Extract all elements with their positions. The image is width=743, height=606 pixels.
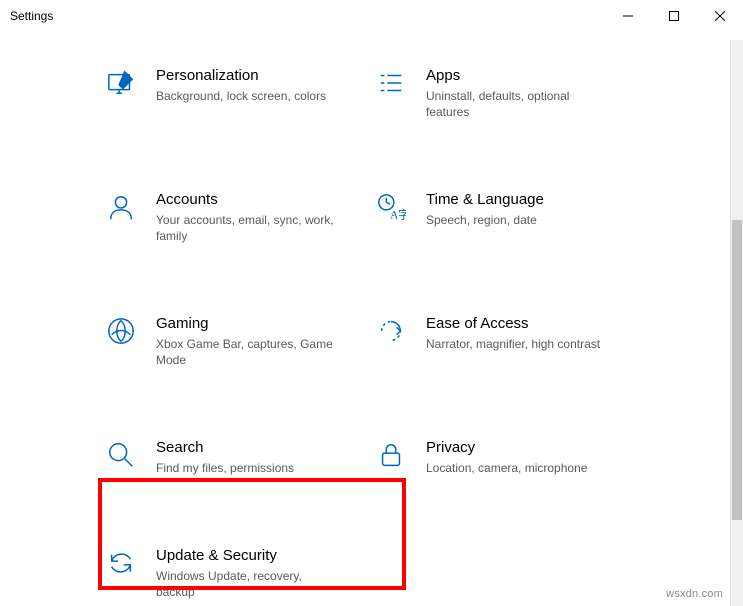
tile-accounts[interactable]: Accounts Your accounts, email, sync, wor… <box>100 184 370 250</box>
time-language-icon: A字 <box>374 190 408 224</box>
close-button[interactable] <box>697 0 743 32</box>
watermark: wsxdn.com <box>666 588 723 600</box>
ease-of-access-icon <box>374 314 408 348</box>
tile-title: Apps <box>426 66 606 86</box>
tile-title: Update & Security <box>156 546 336 566</box>
settings-categories: Personalization Background, lock screen,… <box>100 60 703 606</box>
window-title: Settings <box>10 9 53 23</box>
tile-title: Privacy <box>426 438 587 458</box>
update-security-icon <box>104 546 138 580</box>
tile-privacy[interactable]: Privacy Location, camera, microphone <box>370 432 640 482</box>
tile-title: Accounts <box>156 190 336 210</box>
tile-ease-of-access[interactable]: Ease of Access Narrator, magnifier, high… <box>370 308 640 374</box>
tile-title: Ease of Access <box>426 314 600 334</box>
minimize-button[interactable] <box>605 0 651 32</box>
accounts-icon <box>104 190 138 224</box>
tile-desc: Background, lock screen, colors <box>156 88 326 104</box>
personalization-icon <box>104 66 138 100</box>
vertical-scrollbar[interactable] <box>730 40 743 606</box>
apps-icon <box>374 66 408 100</box>
gaming-icon <box>104 314 138 348</box>
tile-time-language[interactable]: A字 Time & Language Speech, region, date <box>370 184 640 250</box>
search-icon <box>104 438 138 472</box>
tile-desc: Your accounts, email, sync, work, family <box>156 212 336 244</box>
maximize-button[interactable] <box>651 0 697 32</box>
svg-text:A字: A字 <box>390 207 406 221</box>
tile-desc: Narrator, magnifier, high contrast <box>426 336 600 352</box>
privacy-icon <box>374 438 408 472</box>
tile-title: Time & Language <box>426 190 544 210</box>
tile-personalization[interactable]: Personalization Background, lock screen,… <box>100 60 370 126</box>
tile-search[interactable]: Search Find my files, permissions <box>100 432 370 482</box>
tile-update-security[interactable]: Update & Security Windows Update, recove… <box>100 540 370 606</box>
tile-desc: Find my files, permissions <box>156 460 294 476</box>
tile-desc: Windows Update, recovery, backup <box>156 568 336 600</box>
tile-title: Personalization <box>156 66 326 86</box>
tile-title: Search <box>156 438 294 458</box>
tile-desc: Location, camera, microphone <box>426 460 587 476</box>
tile-desc: Uninstall, defaults, optional features <box>426 88 606 120</box>
tile-gaming[interactable]: Gaming Xbox Game Bar, captures, Game Mod… <box>100 308 370 374</box>
tile-desc: Speech, region, date <box>426 212 544 228</box>
scrollbar-thumb[interactable] <box>732 220 742 520</box>
titlebar: Settings <box>0 0 743 32</box>
tile-apps[interactable]: Apps Uninstall, defaults, optional featu… <box>370 60 640 126</box>
tile-desc: Xbox Game Bar, captures, Game Mode <box>156 336 336 368</box>
tile-title: Gaming <box>156 314 336 334</box>
